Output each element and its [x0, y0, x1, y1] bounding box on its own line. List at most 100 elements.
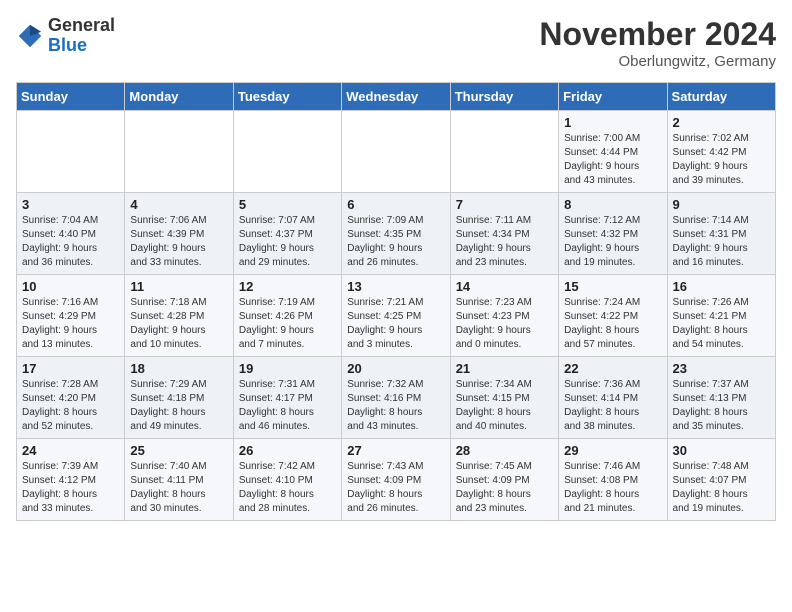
- day-info: Sunrise: 7:00 AM Sunset: 4:44 PM Dayligh…: [564, 132, 661, 188]
- calendar-cell: [342, 111, 450, 193]
- calendar-cell: 9 Sunrise: 7:14 AM Sunset: 4:31 PM Daylig…: [667, 193, 775, 275]
- day-number: 6: [347, 197, 444, 212]
- day-info: Sunrise: 7:31 AM Sunset: 4:17 PM Dayligh…: [239, 378, 336, 434]
- calendar-cell: [450, 111, 558, 193]
- day-info: Sunrise: 7:12 AM Sunset: 4:32 PM Dayligh…: [564, 214, 661, 270]
- calendar-cell: [125, 111, 233, 193]
- weekday-header-sunday: Sunday: [17, 83, 125, 111]
- day-number: 18: [130, 361, 227, 376]
- day-number: 23: [673, 361, 770, 376]
- weekday-header-monday: Monday: [125, 83, 233, 111]
- calendar-cell: 16 Sunrise: 7:26 AM Sunset: 4:21 PM Dayli…: [667, 275, 775, 357]
- day-number: 19: [239, 361, 336, 376]
- day-number: 26: [239, 443, 336, 458]
- day-info: Sunrise: 7:14 AM Sunset: 4:31 PM Dayligh…: [673, 214, 770, 270]
- calendar-cell: 4 Sunrise: 7:06 AM Sunset: 4:39 PM Daylig…: [125, 193, 233, 275]
- day-number: 22: [564, 361, 661, 376]
- day-number: 21: [456, 361, 553, 376]
- day-number: 12: [239, 279, 336, 294]
- calendar-cell: 25Sunrise: 7:40 AM Sunset: 4:11 PM Dayli…: [125, 439, 233, 521]
- day-info: Sunrise: 7:07 AM Sunset: 4:37 PM Dayligh…: [239, 214, 336, 270]
- day-number: 25: [130, 443, 227, 458]
- weekday-header-row: SundayMondayTuesdayWednesdayThursdayFrid…: [17, 83, 776, 111]
- day-number: 9: [673, 197, 770, 212]
- calendar-cell: 22 Sunrise: 7:36 AM Sunset: 4:14 PM Dayli…: [559, 357, 667, 439]
- calendar-cell: 20 Sunrise: 7:32 AM Sunset: 4:16 PM Dayli…: [342, 357, 450, 439]
- calendar-cell: 27Sunrise: 7:43 AM Sunset: 4:09 PM Dayli…: [342, 439, 450, 521]
- calendar-cell: [17, 111, 125, 193]
- calendar-cell: 13Sunrise: 7:21 AM Sunset: 4:25 PM Dayli…: [342, 275, 450, 357]
- title-block: November 2024 Oberlungwitz, Germany: [539, 16, 776, 70]
- calendar-week-row: 1 Sunrise: 7:00 AM Sunset: 4:44 PM Daylig…: [17, 111, 776, 193]
- day-info: Sunrise: 7:45 AM Sunset: 4:09 PM Dayligh…: [456, 460, 553, 516]
- calendar-cell: 17Sunrise: 7:28 AM Sunset: 4:20 PM Dayli…: [17, 357, 125, 439]
- day-info: Sunrise: 7:19 AM Sunset: 4:26 PM Dayligh…: [239, 296, 336, 352]
- day-info: Sunrise: 7:34 AM Sunset: 4:15 PM Dayligh…: [456, 378, 553, 434]
- day-number: 28: [456, 443, 553, 458]
- weekday-header-friday: Friday: [559, 83, 667, 111]
- day-info: Sunrise: 7:26 AM Sunset: 4:21 PM Dayligh…: [673, 296, 770, 352]
- day-info: Sunrise: 7:29 AM Sunset: 4:18 PM Dayligh…: [130, 378, 227, 434]
- day-number: 13: [347, 279, 444, 294]
- calendar-cell: 18 Sunrise: 7:29 AM Sunset: 4:18 PM Dayli…: [125, 357, 233, 439]
- calendar-cell: 15Sunrise: 7:24 AM Sunset: 4:22 PM Dayli…: [559, 275, 667, 357]
- day-info: Sunrise: 7:11 AM Sunset: 4:34 PM Dayligh…: [456, 214, 553, 270]
- day-info: Sunrise: 7:32 AM Sunset: 4:16 PM Dayligh…: [347, 378, 444, 434]
- day-number: 7: [456, 197, 553, 212]
- day-number: 10: [22, 279, 119, 294]
- weekday-header-tuesday: Tuesday: [233, 83, 341, 111]
- day-number: 3: [22, 197, 119, 212]
- day-number: 8: [564, 197, 661, 212]
- day-number: 11: [130, 279, 227, 294]
- calendar-cell: 26Sunrise: 7:42 AM Sunset: 4:10 PM Dayli…: [233, 439, 341, 521]
- calendar-cell: 14 Sunrise: 7:23 AM Sunset: 4:23 PM Dayli…: [450, 275, 558, 357]
- day-number: 14: [456, 279, 553, 294]
- calendar-cell: 2Sunrise: 7:02 AM Sunset: 4:42 PM Daylig…: [667, 111, 775, 193]
- calendar-cell: [233, 111, 341, 193]
- calendar-cell: 28 Sunrise: 7:45 AM Sunset: 4:09 PM Dayli…: [450, 439, 558, 521]
- day-info: Sunrise: 7:36 AM Sunset: 4:14 PM Dayligh…: [564, 378, 661, 434]
- calendar-cell: 12 Sunrise: 7:19 AM Sunset: 4:26 PM Dayli…: [233, 275, 341, 357]
- calendar-week-row: 10 Sunrise: 7:16 AM Sunset: 4:29 PM Dayli…: [17, 275, 776, 357]
- day-info: Sunrise: 7:48 AM Sunset: 4:07 PM Dayligh…: [673, 460, 770, 516]
- day-info: Sunrise: 7:46 AM Sunset: 4:08 PM Dayligh…: [564, 460, 661, 516]
- calendar-cell: 19 Sunrise: 7:31 AM Sunset: 4:17 PM Dayli…: [233, 357, 341, 439]
- calendar-cell: 30 Sunrise: 7:48 AM Sunset: 4:07 PM Dayli…: [667, 439, 775, 521]
- day-number: 16: [673, 279, 770, 294]
- logo-general-text: General: [48, 15, 115, 35]
- day-info: Sunrise: 7:39 AM Sunset: 4:12 PM Dayligh…: [22, 460, 119, 516]
- day-number: 30: [673, 443, 770, 458]
- day-number: 20: [347, 361, 444, 376]
- day-number: 27: [347, 443, 444, 458]
- logo-icon: [16, 22, 44, 50]
- day-number: 2: [673, 115, 770, 130]
- day-info: Sunrise: 7:28 AM Sunset: 4:20 PM Dayligh…: [22, 378, 119, 434]
- day-info: Sunrise: 7:18 AM Sunset: 4:28 PM Dayligh…: [130, 296, 227, 352]
- location-subtitle: Oberlungwitz, Germany: [539, 53, 776, 70]
- calendar-cell: 24 Sunrise: 7:39 AM Sunset: 4:12 PM Dayli…: [17, 439, 125, 521]
- calendar-cell: 10 Sunrise: 7:16 AM Sunset: 4:29 PM Dayli…: [17, 275, 125, 357]
- calendar-cell: 8 Sunrise: 7:12 AM Sunset: 4:32 PM Daylig…: [559, 193, 667, 275]
- calendar-cell: 21 Sunrise: 7:34 AM Sunset: 4:15 PM Dayli…: [450, 357, 558, 439]
- weekday-header-saturday: Saturday: [667, 83, 775, 111]
- day-number: 24: [22, 443, 119, 458]
- day-number: 4: [130, 197, 227, 212]
- weekday-header-thursday: Thursday: [450, 83, 558, 111]
- weekday-header-wednesday: Wednesday: [342, 83, 450, 111]
- day-number: 29: [564, 443, 661, 458]
- day-info: Sunrise: 7:23 AM Sunset: 4:23 PM Dayligh…: [456, 296, 553, 352]
- calendar-cell: 11 Sunrise: 7:18 AM Sunset: 4:28 PM Dayli…: [125, 275, 233, 357]
- calendar-cell: 23Sunrise: 7:37 AM Sunset: 4:13 PM Dayli…: [667, 357, 775, 439]
- day-info: Sunrise: 7:09 AM Sunset: 4:35 PM Dayligh…: [347, 214, 444, 270]
- day-number: 1: [564, 115, 661, 130]
- calendar-cell: 6 Sunrise: 7:09 AM Sunset: 4:35 PM Daylig…: [342, 193, 450, 275]
- calendar-cell: 7 Sunrise: 7:11 AM Sunset: 4:34 PM Daylig…: [450, 193, 558, 275]
- day-info: Sunrise: 7:06 AM Sunset: 4:39 PM Dayligh…: [130, 214, 227, 270]
- calendar-week-row: 17Sunrise: 7:28 AM Sunset: 4:20 PM Dayli…: [17, 357, 776, 439]
- day-info: Sunrise: 7:16 AM Sunset: 4:29 PM Dayligh…: [22, 296, 119, 352]
- calendar-cell: 1 Sunrise: 7:00 AM Sunset: 4:44 PM Daylig…: [559, 111, 667, 193]
- calendar-week-row: 3Sunrise: 7:04 AM Sunset: 4:40 PM Daylig…: [17, 193, 776, 275]
- day-number: 5: [239, 197, 336, 212]
- page-header: General Blue November 2024 Oberlungwitz,…: [16, 16, 776, 70]
- calendar-week-row: 24 Sunrise: 7:39 AM Sunset: 4:12 PM Dayli…: [17, 439, 776, 521]
